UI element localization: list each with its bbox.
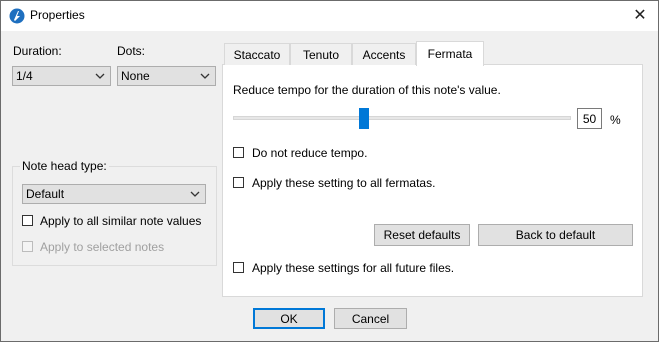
apply-future-checkbox[interactable] [233, 262, 244, 273]
dots-select[interactable]: None [117, 66, 216, 86]
apply-selected-label: Apply to selected notes [40, 240, 165, 254]
chevron-down-icon [95, 73, 105, 79]
duration-value: 1/4 [16, 69, 33, 83]
title-bar [1, 1, 658, 31]
apply-similar-checkbox[interactable] [22, 215, 33, 226]
tab-staccato-label: Staccato [233, 47, 281, 62]
tempo-value-field[interactable]: 50 [577, 108, 602, 129]
apply-all-fermatas-label: Apply these setting to all fermatas. [252, 176, 436, 190]
window-title: Properties [30, 8, 85, 22]
duration-select[interactable]: 1/4 [12, 66, 111, 86]
reset-defaults-button[interactable]: Reset defaults [374, 224, 470, 246]
app-icon [9, 8, 25, 24]
tab-tenuto[interactable]: Tenuto [290, 43, 352, 65]
back-to-default-label: Back to default [515, 228, 596, 242]
tab-fermata[interactable]: Fermata [416, 41, 484, 66]
chevron-down-icon [200, 73, 210, 79]
note-head-group-label: Note head type: [20, 159, 109, 173]
reset-defaults-label: Reset defaults [383, 228, 461, 242]
no-reduce-checkbox[interactable] [233, 147, 244, 158]
apply-all-fermatas-checkbox[interactable] [233, 177, 244, 188]
percent-unit-label: % [610, 113, 621, 127]
note-head-select[interactable]: Default [22, 184, 206, 204]
close-icon: ✕ [633, 7, 647, 24]
chevron-down-icon [190, 191, 200, 197]
apply-selected-checkbox[interactable] [22, 241, 33, 252]
reduce-tempo-description: Reduce tempo for the duration of this no… [233, 83, 501, 97]
ok-button[interactable]: OK [253, 308, 325, 329]
apply-future-label: Apply these settings for all future file… [252, 261, 455, 275]
tab-accents-label: Accents [362, 47, 406, 62]
tab-accents[interactable]: Accents [352, 43, 416, 65]
note-head-value: Default [26, 187, 65, 201]
tab-fermata-label: Fermata [427, 47, 473, 61]
cancel-label: Cancel [351, 311, 390, 326]
tempo-slider-track[interactable] [233, 116, 571, 120]
ok-label: OK [280, 311, 298, 326]
duration-label: Duration: [13, 44, 62, 58]
dots-value: None [121, 69, 150, 83]
cancel-button[interactable]: Cancel [334, 308, 407, 329]
tab-staccato[interactable]: Staccato [224, 43, 290, 65]
tab-tenuto-label: Tenuto [302, 47, 340, 62]
tempo-slider-thumb[interactable] [359, 108, 369, 129]
apply-similar-label: Apply to all similar note values [40, 214, 202, 228]
tempo-value-text: 50 [582, 111, 597, 126]
back-to-default-button[interactable]: Back to default [478, 224, 633, 246]
close-button[interactable]: ✕ [628, 5, 652, 25]
no-reduce-label: Do not reduce tempo. [252, 146, 368, 160]
dots-label: Dots: [117, 44, 146, 58]
